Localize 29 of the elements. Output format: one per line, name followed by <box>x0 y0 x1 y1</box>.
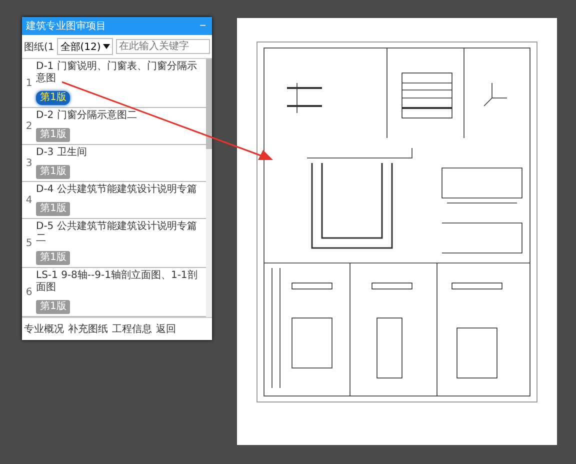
row-number: 1 <box>24 78 34 88</box>
drawing-title: D-2 门窗分隔示意图二 <box>36 110 138 122</box>
panel-title: 建筑专业图审项目 <box>26 20 106 33</box>
footer-link[interactable]: 专业概况 <box>24 322 64 336</box>
footer-link[interactable]: 补充图纸 <box>68 322 108 336</box>
drawing-list-item[interactable]: 6 LS-1 9-8轴--9-1轴剖立面图、1-1剖面图 第1版 <box>22 268 206 317</box>
row-number: 3 <box>24 158 34 168</box>
drawing-title: D-5 公共建筑节能建筑设计说明专篇二 <box>36 221 198 245</box>
drawing-title: D-3 卫生间 <box>36 147 88 159</box>
search-field[interactable]: 在此输入关键字 <box>116 39 210 54</box>
row-number: 5 <box>24 238 34 248</box>
scrollbar[interactable] <box>206 59 212 317</box>
drawing-list-item[interactable]: 3 D-3 卫生间 第1版 <box>22 145 206 182</box>
filter-label: 图纸(1 <box>24 40 54 54</box>
footer-link[interactable]: 返回 <box>156 322 176 336</box>
drawing-title: D-4 公共建筑节能建筑设计说明专篇 <box>36 184 198 196</box>
footer-link[interactable]: 工程信息 <box>112 322 152 336</box>
category-dropdown[interactable]: 全部(12) <box>57 38 113 55</box>
row-number: 2 <box>24 120 34 132</box>
drawing-title: LS-1 9-8轴--9-1轴剖立面图、1-1剖面图 <box>36 270 198 294</box>
drawing-list-item[interactable]: 4 D-4 公共建筑节能建筑设计说明专篇 第1版 <box>22 182 206 219</box>
row-number: 4 <box>24 194 34 206</box>
drawing-list-item[interactable]: 1 D-1 门窗说明、门窗表、门窗分隔示意图 第1版 <box>22 59 206 108</box>
version-button[interactable]: 第1版 <box>36 91 70 105</box>
drawing-list-item[interactable]: 5 D-5 公共建筑节能建筑设计说明专篇二 第1版 <box>22 219 206 268</box>
caret-icon <box>102 44 110 49</box>
drawing-title: D-1 门窗说明、门窗表、门窗分隔示意图 <box>36 61 198 85</box>
drawing-list-item[interactable]: 2 D-2 门窗分隔示意图二 第1版 <box>22 108 206 145</box>
row-number: 6 <box>24 286 34 298</box>
